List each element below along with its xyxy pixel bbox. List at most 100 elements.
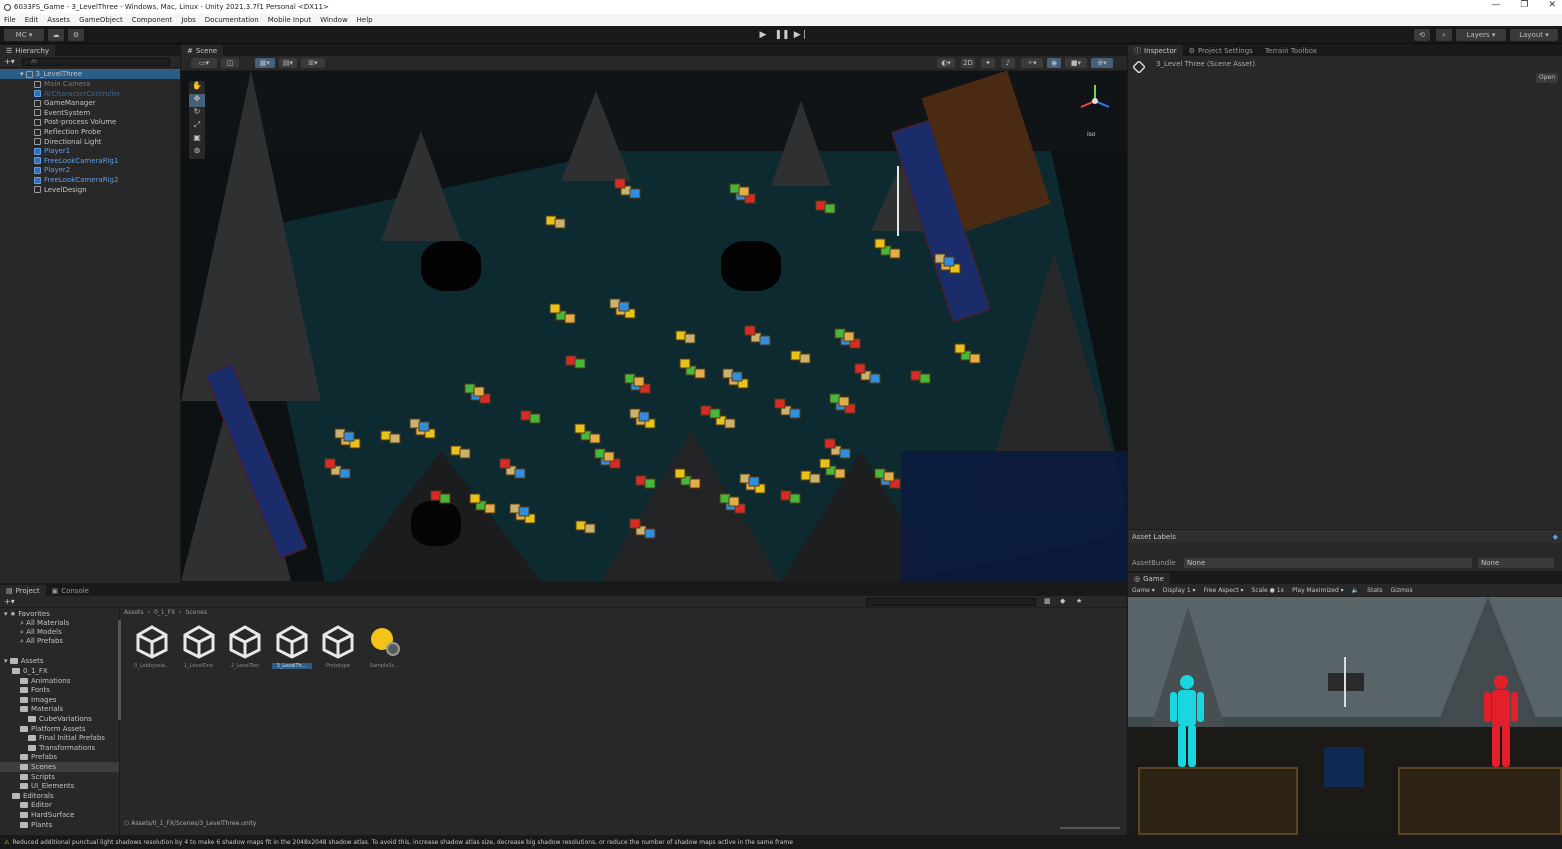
history-icon[interactable]: ⟲ <box>1414 29 1430 41</box>
open-button[interactable]: Open <box>1536 73 1558 83</box>
tab-scene[interactable]: # Scene <box>181 45 224 56</box>
layers-dropdown[interactable]: Layers ▾ <box>1456 29 1506 41</box>
menu-window[interactable]: Window <box>320 16 348 24</box>
project-folder[interactable]: Fonts <box>0 685 119 695</box>
play-button[interactable]: ▶ <box>756 29 770 41</box>
tab-game[interactable]: ◎ Game <box>1128 573 1170 584</box>
favorite-star-icon[interactable]: ★ <box>1076 597 1082 605</box>
project-search-input[interactable] <box>866 598 1036 606</box>
menu-gameobject[interactable]: GameObject <box>79 16 123 24</box>
scene-root-row[interactable]: ▾ 3_LevelThree <box>0 69 180 79</box>
transform-tool-icon[interactable]: ⊛ <box>189 146 205 159</box>
minimize-button[interactable]: — <box>1491 0 1500 10</box>
draw-mode-dropdown[interactable]: ▭▾ <box>191 58 217 68</box>
project-folder[interactable]: HardSurface <box>0 810 119 820</box>
scene-viewport[interactable]: ✋ ✥ ↻ ⤢ ▣ ⊛ Iso <box>181 71 1127 581</box>
filter-label-icon[interactable]: ◆ <box>1060 597 1065 605</box>
breadcrumb-item[interactable]: 0_1_FX <box>154 609 175 619</box>
scene-asset[interactable]: Prototype <box>318 625 358 669</box>
rotate-tool-icon[interactable]: ↻ <box>189 107 205 120</box>
project-folder[interactable]: Scripts <box>0 772 119 782</box>
tab-inspector[interactable]: ⓘ Inspector <box>1128 45 1183 56</box>
account-dropdown[interactable]: MC ▾ <box>4 29 44 41</box>
render-mode-button[interactable]: ◐▾ <box>937 58 955 68</box>
hierarchy-item[interactable]: EventSystem <box>0 108 180 118</box>
pause-button[interactable]: ❚❚ <box>774 29 789 41</box>
move-tool-icon[interactable]: ✥ <box>189 94 205 107</box>
menu-documentation[interactable]: Documentation <box>205 16 259 24</box>
game-mode-dropdown[interactable]: Game ▾ <box>1132 587 1155 594</box>
mute-icon[interactable]: 🔈 <box>1352 587 1359 594</box>
tree-scrollbar[interactable] <box>118 620 121 720</box>
hierarchy-item[interactable]: FreeLookCameraRig2 <box>0 175 180 185</box>
menu-edit[interactable]: Edit <box>25 16 39 24</box>
increment-snap-button[interactable]: ⊞▾ <box>301 58 325 68</box>
menu-assets[interactable]: Assets <box>47 16 70 24</box>
hierarchy-item[interactable]: Player1 <box>0 146 180 156</box>
asset-bundle-dropdown[interactable]: None <box>1184 558 1472 568</box>
label-icon[interactable]: ◆ <box>1553 530 1558 544</box>
hierarchy-item[interactable]: Main Camera <box>0 79 180 89</box>
layout-dropdown[interactable]: Layout ▾ <box>1510 29 1558 41</box>
projection-label[interactable]: Iso <box>1087 131 1096 138</box>
favorite-item[interactable]: ⌕ All Prefabs <box>0 636 119 646</box>
project-folder[interactable]: 0_1_FX <box>0 666 119 676</box>
hidden-objects-toggle[interactable]: ◉ <box>1047 58 1061 68</box>
add-object-button[interactable]: +▾ <box>4 57 15 66</box>
2d-toggle[interactable]: 2D <box>961 58 975 68</box>
gizmos-button[interactable]: Gizmos <box>1391 587 1413 594</box>
project-folder[interactable]: Plants <box>0 820 119 830</box>
display-dropdown[interactable]: Display 1 ▾ <box>1163 587 1196 594</box>
aspect-dropdown[interactable]: Free Aspect ▾ <box>1204 587 1244 594</box>
menu-jobs[interactable]: Jobs <box>181 16 195 24</box>
stats-button[interactable]: Stats <box>1367 587 1382 594</box>
tab-hierarchy[interactable]: ☰ Hierarchy <box>0 45 56 56</box>
breadcrumb-item[interactable]: Assets <box>124 609 144 619</box>
orientation-gizmo[interactable] <box>1077 83 1113 119</box>
scale-tool-icon[interactable]: ⤢ <box>189 120 205 133</box>
lighting-asset[interactable]: SampleSc... <box>365 625 405 669</box>
hierarchy-item[interactable]: Player2 <box>0 165 180 175</box>
menu-mobile-input[interactable]: Mobile Input <box>268 16 311 24</box>
project-folder[interactable]: Images <box>0 695 119 705</box>
filter-type-icon[interactable]: ▦ <box>1044 597 1051 605</box>
project-folder[interactable]: Materials <box>0 704 119 714</box>
project-folder[interactable]: Editor <box>0 800 119 810</box>
tab-project[interactable]: ▤ Project <box>0 585 46 596</box>
close-button[interactable]: ✕ <box>1548 0 1556 10</box>
project-folder[interactable]: Animations <box>0 676 119 686</box>
maximize-button[interactable]: ❐ <box>1520 0 1528 10</box>
hierarchy-item[interactable]: Reflection Probe <box>0 127 180 137</box>
hierarchy-item[interactable]: Post-process Volume <box>0 117 180 127</box>
asset-bundle-variant-dropdown[interactable]: None <box>1478 558 1554 568</box>
pivot-toggle[interactable]: ◫ <box>221 58 239 68</box>
tab-console[interactable]: ▣ Console <box>45 585 95 596</box>
assets-root[interactable]: ▾ Assets <box>0 656 119 666</box>
project-folder[interactable]: Scenes <box>0 762 119 772</box>
menu-component[interactable]: Component <box>132 16 173 24</box>
hierarchy-item[interactable]: FreeLookCameraRig1 <box>0 156 180 166</box>
scene-asset[interactable]: 3_LevelTh... <box>271 625 312 669</box>
grid-button[interactable]: ▤▾ <box>279 58 297 68</box>
hierarchy-search-input[interactable] <box>22 58 170 66</box>
menu-file[interactable]: File <box>4 16 16 24</box>
create-asset-button[interactable]: +▾ <box>4 597 15 606</box>
tab-terrain-toolbox[interactable]: Terrain Toolbox <box>1258 45 1323 56</box>
collab-icon[interactable]: ⚙ <box>68 29 84 41</box>
play-mode-dropdown[interactable]: Play Maximized ▾ <box>1292 587 1344 594</box>
project-folder[interactable]: Editorals <box>0 791 119 801</box>
game-viewport[interactable] <box>1128 597 1562 835</box>
gizmos-dropdown[interactable]: ⊕▾ <box>1091 58 1113 68</box>
tab-project-settings[interactable]: ⚙ Project Settings <box>1182 45 1259 56</box>
scene-asset[interactable]: 2_LevelTwo <box>225 625 265 669</box>
scale-slider[interactable]: Scale ● 1x <box>1252 587 1285 594</box>
project-folder[interactable]: Final Initial Prefabs <box>0 733 119 743</box>
cloud-icon[interactable]: ☁ <box>48 29 64 41</box>
project-folder[interactable]: Transformations <box>0 743 119 753</box>
menu-help[interactable]: Help <box>357 16 373 24</box>
hierarchy-item[interactable]: ArCharacterController <box>0 89 180 99</box>
hierarchy-item[interactable]: GameManager <box>0 98 180 108</box>
grid-snap-button[interactable]: ▦▾ <box>255 58 275 68</box>
project-folder[interactable]: UI_Elements <box>0 781 119 791</box>
audio-toggle[interactable]: ♪ <box>1001 58 1015 68</box>
